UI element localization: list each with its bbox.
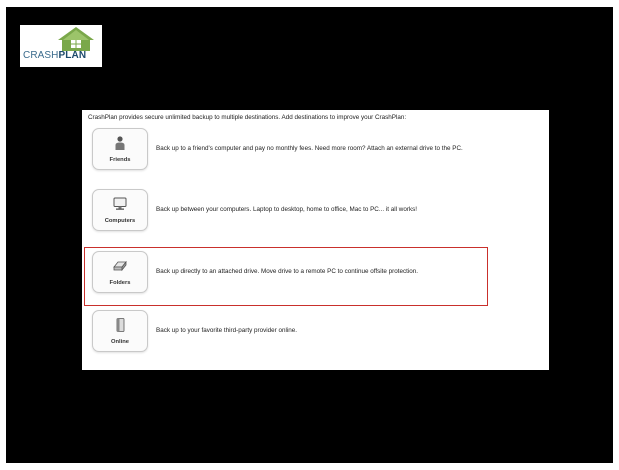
house-logo-icon	[58, 27, 94, 51]
destination-description: Back up to your favorite third-party pro…	[156, 327, 298, 334]
friends-tile-button[interactable]: Friends	[92, 128, 148, 170]
computers-tile-button[interactable]: Computers	[92, 189, 148, 231]
destination-row-friends[interactable]: Friends Back up to a friend's computer a…	[88, 126, 543, 172]
intro-text: CrashPlan provides secure unlimited back…	[88, 114, 407, 121]
selected-destination-highlight	[84, 247, 488, 306]
person-icon	[115, 136, 125, 150]
destination-description: Back up between your computers. Laptop t…	[156, 206, 417, 213]
destination-row-online[interactable]: Online Back up to your favorite third-pa…	[88, 308, 543, 354]
destination-description: Back up to a friend's computer and pay n…	[156, 145, 463, 152]
tile-label: Computers	[104, 218, 136, 224]
destinations-panel: CrashPlan provides secure unlimited back…	[82, 110, 549, 370]
online-tile-button[interactable]: Online	[92, 310, 148, 352]
logo-text-right: PLAN	[58, 50, 87, 61]
logo-wordmark: CRASHPLAN	[23, 50, 86, 61]
tile-label: Online	[110, 339, 130, 345]
crashplan-logo: CRASHPLAN	[20, 25, 102, 67]
tile-label: Friends	[109, 157, 131, 163]
logo-text-left: CRASH	[23, 50, 59, 61]
server-icon	[116, 318, 125, 332]
monitor-icon	[113, 197, 127, 210]
destination-row-computers[interactable]: Computers Back up between your computers…	[88, 187, 543, 233]
